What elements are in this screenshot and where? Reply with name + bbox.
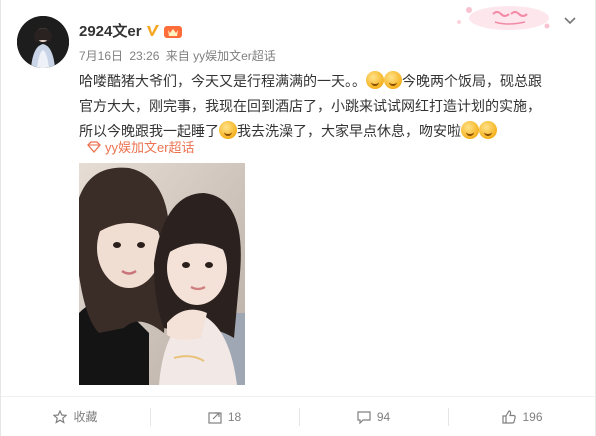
post-source[interactable]: yy娱加文er超话	[193, 49, 276, 63]
avatar-image	[17, 16, 69, 68]
selfie-photo	[79, 163, 245, 385]
kiss-emoji-icon	[461, 121, 479, 139]
repost-count: 18	[227, 409, 242, 424]
comment-button[interactable]: 94	[299, 397, 448, 436]
super-topic-icon	[87, 140, 101, 153]
repost-icon	[208, 411, 222, 424]
super-topic-link[interactable]: yy娱加文er超话	[87, 137, 195, 156]
post-date[interactable]: 7月16日	[79, 49, 123, 63]
chevron-down-icon[interactable]	[562, 13, 578, 29]
post-meta: 7月16日 23:26 来自 yy娱加文er超话	[79, 47, 276, 64]
crying-emoji-icon	[366, 71, 384, 89]
thumbs-up-icon	[502, 409, 517, 424]
like-button[interactable]: 196	[448, 397, 596, 436]
crying-emoji-icon	[384, 71, 402, 89]
avatar[interactable]	[17, 16, 69, 68]
verified-v-icon	[146, 24, 160, 38]
like-count: 196	[522, 409, 543, 424]
weibo-post-card: 2924文er 7月16日 23:26 来自 yy娱加文er超话 哈喽酷猪大爷们…	[0, 0, 596, 436]
favorite-label: 收藏	[73, 410, 98, 424]
vip-crown-icon[interactable]	[163, 23, 183, 39]
post-text: 哈喽酷猪大爷们，今天又是行程满满的一天。。 今晚两个饭局，砚总跟官方大大，刚完事，…	[79, 69, 549, 144]
star-icon	[53, 409, 68, 424]
username[interactable]: 2924文er	[79, 20, 142, 41]
comment-count: 94	[376, 409, 391, 424]
post-photo[interactable]	[79, 163, 245, 385]
repost-button[interactable]: 18	[150, 397, 299, 436]
post-time[interactable]: 23:26	[129, 49, 159, 63]
kiss-emoji-icon	[479, 121, 497, 139]
crying-emoji-icon	[219, 121, 237, 139]
username-row: 2924文er	[79, 20, 183, 41]
favorite-button[interactable]: 收藏	[1, 397, 150, 436]
post-text-part: 哈喽酷猪大爷们，今天又是行程满满的一天。。	[79, 73, 366, 89]
post-text-part: 我去洗澡了，大家早点休息，吻安啦	[237, 123, 461, 139]
comment-icon	[357, 410, 371, 424]
source-prefix: 来自	[165, 49, 190, 63]
card-decoration	[449, 2, 559, 34]
super-topic-label: yy娱加文er超话	[105, 140, 195, 155]
action-bar: 收藏 18 94 196	[1, 396, 596, 436]
